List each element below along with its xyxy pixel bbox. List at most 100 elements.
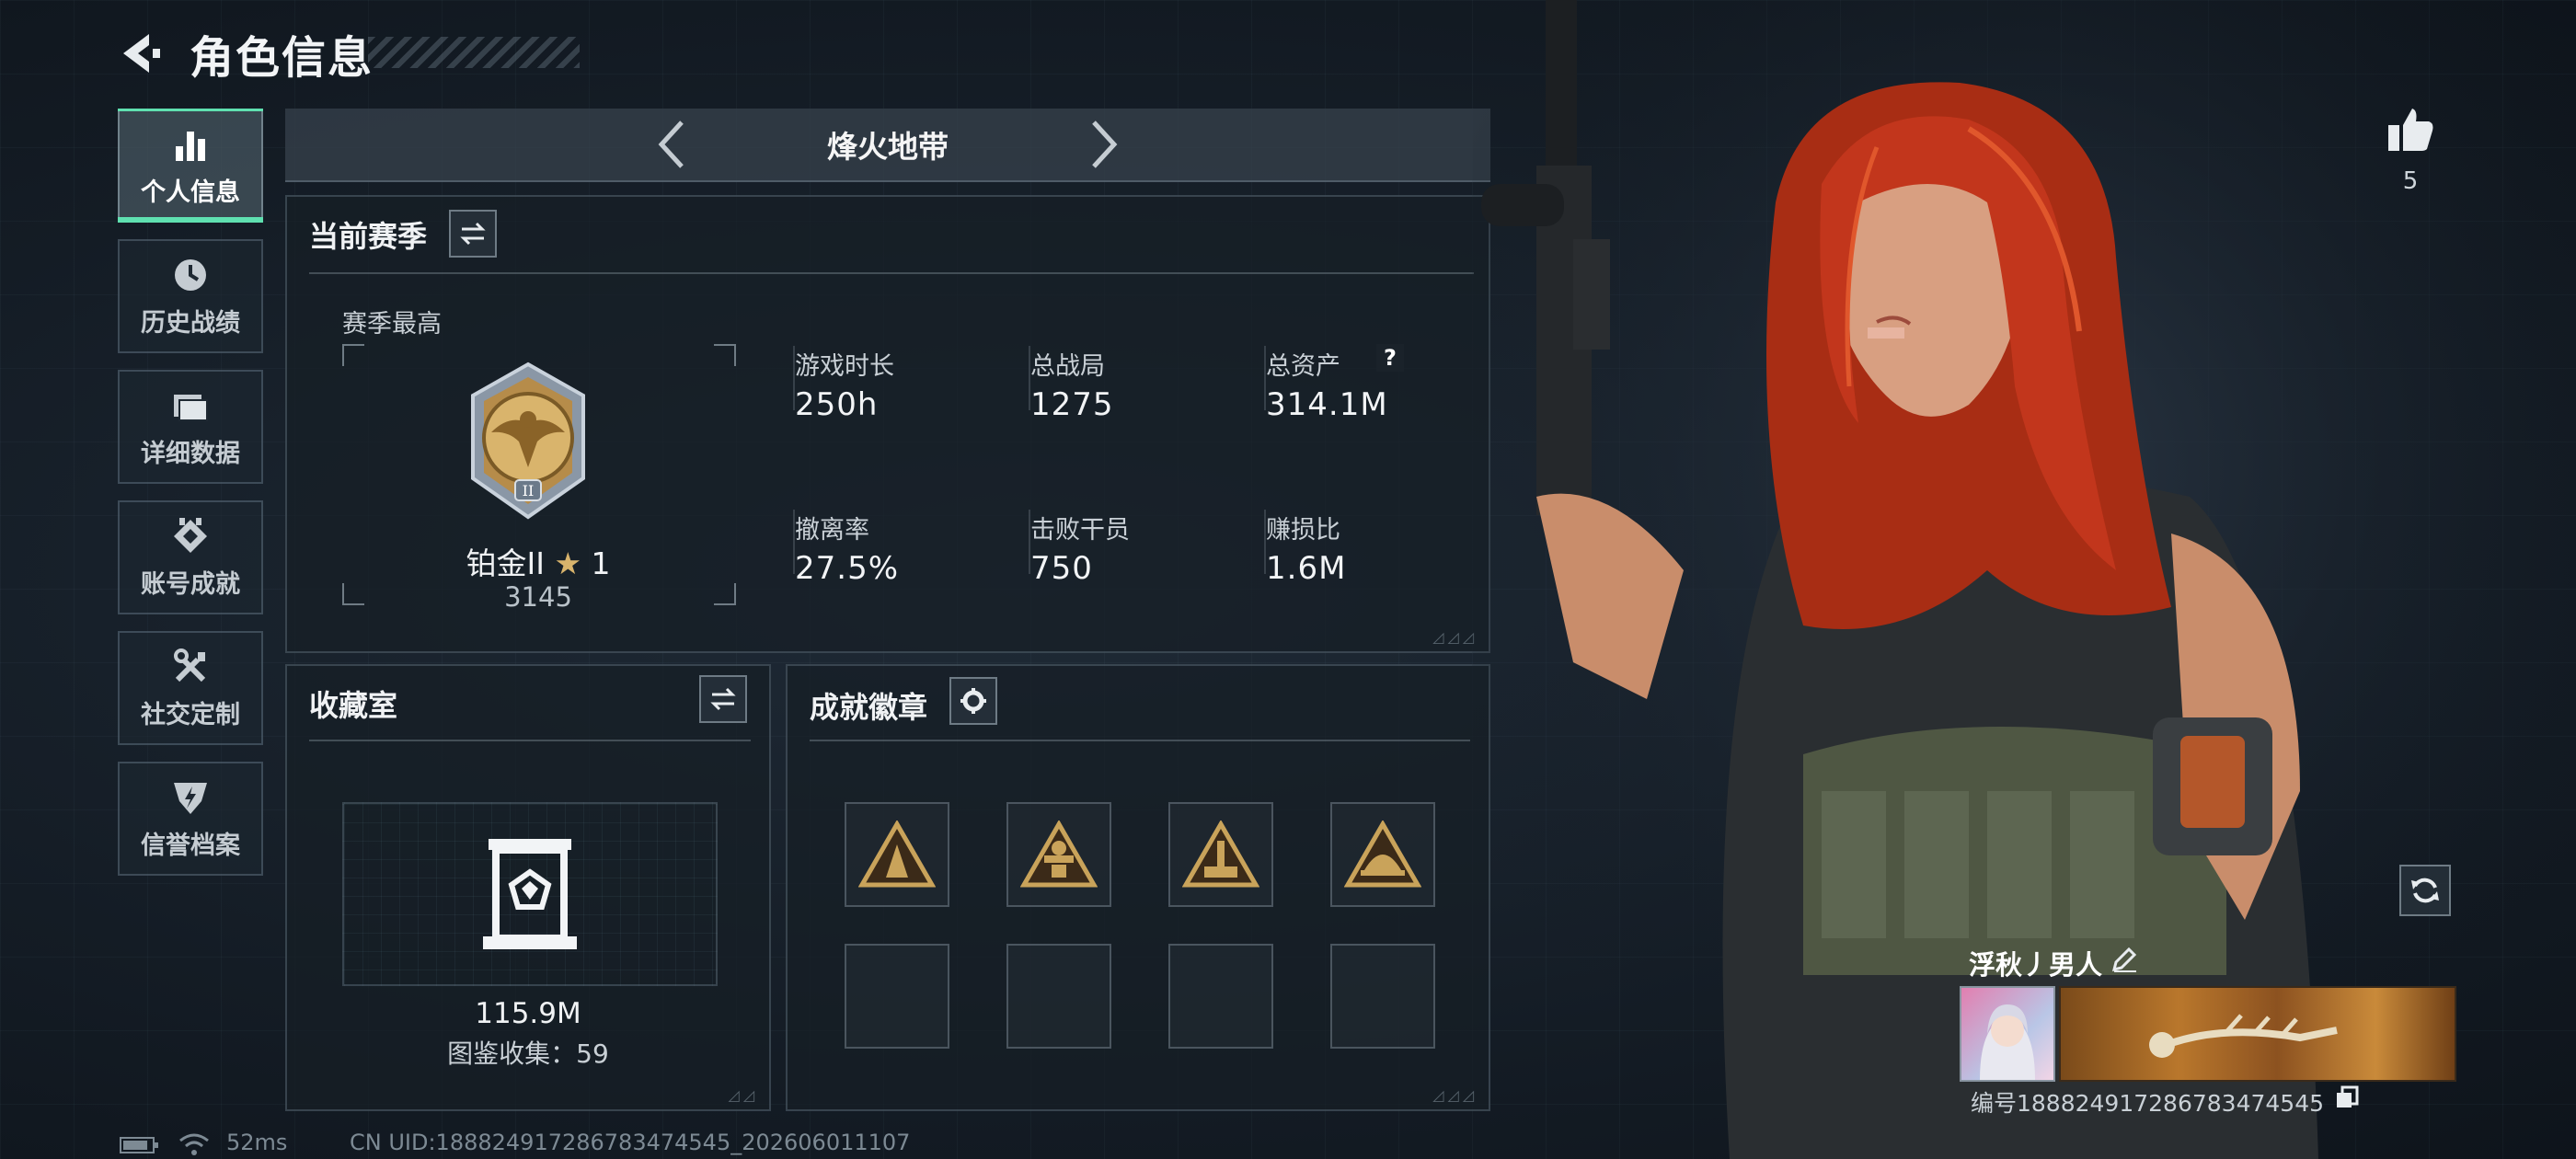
frame-corner	[714, 344, 736, 366]
collection-panel: 收藏室 115.9M 图鉴收集：59 ◿◿	[285, 664, 771, 1111]
stat-value: 750	[1030, 550, 1093, 587]
stat-value: 250h	[795, 386, 879, 423]
stat-label: 总战局	[1030, 352, 1105, 381]
season-divider	[309, 272, 1474, 274]
title-decoration	[368, 37, 580, 68]
rank-emblem-icon: II	[471, 361, 585, 520]
svg-text:II: II	[523, 482, 535, 499]
star-icon: ★	[554, 545, 582, 581]
rank-stars: 1	[591, 545, 611, 581]
sidebar-item-achievements[interactable]: 账号成就	[118, 500, 263, 614]
season-switch-button[interactable]	[449, 210, 497, 258]
avatar-portrait-icon	[1980, 1004, 2035, 1080]
stat-label: 游戏时长	[795, 352, 894, 381]
gear-icon	[960, 688, 986, 714]
badge-slot-4[interactable]	[1330, 802, 1435, 907]
player-id: 编号1888249172867834745​45	[1971, 1090, 2325, 1117]
shield-icon	[174, 782, 207, 814]
collection-display[interactable]	[342, 802, 718, 986]
edit-pencil-icon[interactable]	[2110, 946, 2138, 973]
history-clock-icon	[175, 258, 206, 291]
uid-text: CN UID:18882491728678347454​5_2026060111…	[350, 1130, 911, 1155]
page-title: 角色信息	[190, 32, 374, 84]
collection-case-icon	[483, 839, 577, 949]
sidebar-item-label: 信誉档案	[141, 831, 240, 860]
sidebar-item-credit[interactable]: 信誉档案	[118, 762, 263, 876]
switch-arrows-icon	[460, 222, 486, 246]
stat-value: 27.5%	[795, 550, 900, 587]
chevron-left-icon[interactable]	[650, 115, 695, 174]
achievements-divider	[810, 740, 1470, 741]
sidebar-item-label: 个人信息	[141, 178, 240, 207]
sidebar-item-label: 详细数据	[141, 439, 240, 468]
folder-icon	[174, 394, 208, 421]
player-banner[interactable]	[2059, 986, 2456, 1082]
achievements-title: 成就徽章	[810, 690, 928, 725]
collection-title: 收藏室	[309, 688, 398, 723]
sidebar-item-label: 账号成就	[141, 569, 240, 599]
refresh-icon	[2411, 878, 2439, 903]
collection-divider	[309, 740, 751, 741]
ping-text: 52ms	[226, 1130, 288, 1155]
badge-tower-icon	[1182, 820, 1259, 888]
battery-icon	[120, 1137, 158, 1153]
badge-warrior-icon	[858, 820, 936, 888]
stat-value: 1275	[1030, 386, 1114, 423]
switch-arrows-icon	[710, 687, 736, 711]
back-arrow-icon[interactable]	[118, 30, 164, 76]
badge-helmet-icon	[1344, 820, 1421, 888]
badge-slot-1[interactable]	[845, 802, 949, 907]
help-icon[interactable]: ?	[1376, 344, 1404, 372]
sidebar-item-label: 历史战绩	[141, 308, 240, 338]
badge-slot-2[interactable]	[1006, 802, 1111, 907]
stat-value: 1.6M	[1266, 550, 1347, 587]
stat-label: 总资产	[1266, 352, 1340, 381]
sidebar-item-personal-info[interactable]: 个人信息	[118, 109, 263, 223]
stat-value: 314.1M	[1266, 386, 1388, 423]
season-title: 当前赛季	[309, 219, 428, 254]
copy-icon[interactable]	[2335, 1085, 2359, 1109]
collection-value: 115.9M	[475, 997, 581, 1030]
achievement-medal-icon	[174, 517, 207, 553]
achievements-settings-button[interactable]	[949, 677, 997, 725]
like-count: 5	[2402, 167, 2419, 195]
badge-slot-3[interactable]	[1168, 802, 1273, 907]
rank-line: 铂金II ★ 1	[342, 539, 734, 583]
sidebar: 个人信息 历史战绩 详细数据 账号成就 社交定制 信誉档案	[118, 109, 265, 892]
badge-slot-empty[interactable]	[1168, 944, 1273, 1049]
mode-selector: 烽火地带	[285, 109, 1490, 182]
corner-decoration: ◿◿	[728, 1086, 758, 1104]
corner-decoration: ◿◿◿	[1432, 1086, 1478, 1104]
badge-slot-empty[interactable]	[1006, 944, 1111, 1049]
corner-decoration: ◿◿◿	[1432, 628, 1478, 646]
badge-slot-empty[interactable]	[1330, 944, 1435, 1049]
sidebar-item-details[interactable]: 详细数据	[118, 370, 263, 484]
refresh-button[interactable]	[2399, 865, 2451, 916]
sidebar-item-social[interactable]: 社交定制	[118, 631, 263, 745]
mode-title: 烽火地带	[827, 129, 949, 165]
stat-label: 击败干员	[1030, 516, 1130, 545]
season-best-label: 赛季最高	[342, 310, 442, 339]
player-name: 浮秋丿男人	[1969, 949, 2103, 981]
page-header: 角色信息	[118, 20, 374, 86]
collection-catalog: 图鉴收集：59	[447, 1039, 609, 1069]
tools-icon	[174, 648, 206, 682]
collection-switch-button[interactable]	[699, 675, 747, 723]
rank-name: 铂金II	[466, 545, 545, 581]
avatar[interactable]	[1960, 986, 2055, 1082]
bar-chart-icon	[176, 131, 205, 161]
frame-corner	[342, 344, 364, 366]
season-panel: 当前赛季 赛季最高 II 铂金II ★ 1 3145 游戏时长 250h 总战局…	[285, 195, 1490, 653]
thumbs-up-icon[interactable]	[2385, 105, 2434, 155]
stat-label: 赚损比	[1266, 516, 1340, 545]
wifi-icon	[179, 1133, 209, 1155]
stat-label: 撤离率	[795, 516, 869, 545]
banner-skeleton-icon	[2149, 1014, 2338, 1058]
rank-score: 3145	[504, 581, 572, 613]
badge-slot-empty[interactable]	[845, 944, 949, 1049]
chevron-right-icon[interactable]	[1081, 115, 1125, 174]
sidebar-item-history[interactable]: 历史战绩	[118, 239, 263, 353]
sidebar-item-label: 社交定制	[141, 700, 240, 729]
achievements-panel: 成就徽章 ◿◿◿	[786, 664, 1490, 1111]
badge-soldier-icon	[1020, 820, 1098, 888]
